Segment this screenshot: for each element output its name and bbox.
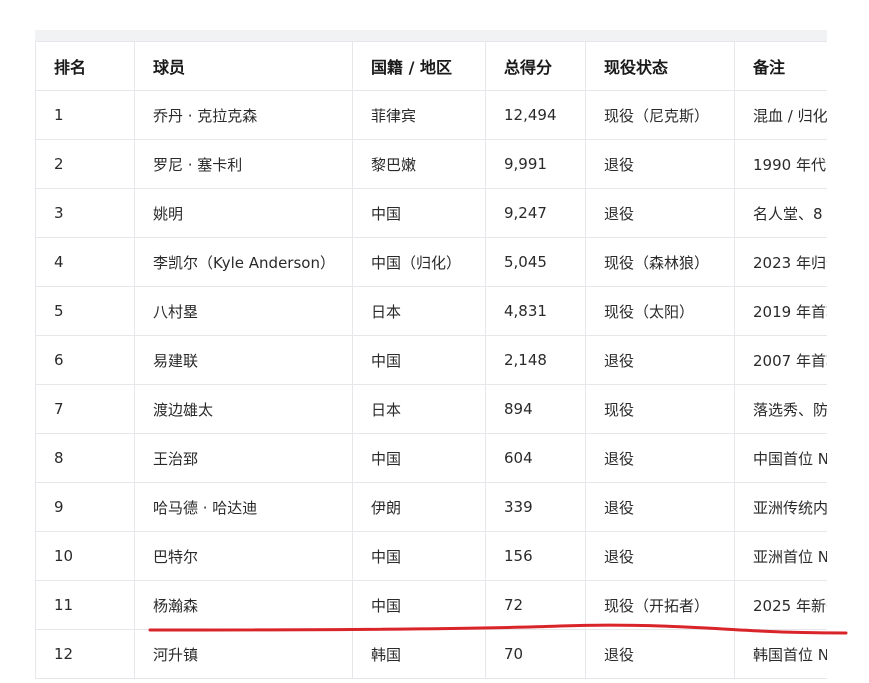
table-body: 1 乔丹 · 克拉克森 菲律宾 12,494 现役（尼克斯） 混血 / 归化 2 罗尼 · 塞… <box>35 90 827 679</box>
cell-total-points: 5,045 <box>485 237 586 287</box>
table-row: 3 姚明 中国 9,247 退役 名人堂、8 <box>35 188 827 238</box>
table-row: 2罗尼 · 塞卡利黎巴嫩9,991退役1990 年代NBA <box>35 139 827 189</box>
header-total-points: 总得分 <box>485 41 586 91</box>
cell-nationality: 中国（归化） <box>352 237 486 287</box>
cell-rank: 1 <box>35 90 135 140</box>
cell-nationality: 中国 <box>352 433 486 483</box>
cell-notes: 2023 年归化 <box>734 237 827 287</box>
cell-notes: 2025 年新秀 <box>734 580 827 630</box>
table-scroll-area[interactable]: 排名 球员 国籍 / 地区 总得分 现役状态 备注 1 乔丹 · 克拉克森 菲律宾 1… <box>35 41 827 683</box>
cell-rank: 7 <box>35 384 135 434</box>
table-header-row: 排名 球员 国籍 / 地区 总得分 现役状态 备注 <box>35 41 827 91</box>
cell-status: 现役（森林狼） <box>585 237 735 287</box>
cell-notes: 名人堂、8 <box>734 188 827 238</box>
cell-notes: 落选秀、防 <box>734 384 827 434</box>
cell-status: 退役 <box>585 139 735 189</box>
cell-player: 哈马德 · 哈达迪 <box>134 482 353 532</box>
cell-player: 姚明 <box>134 188 353 238</box>
cell-status: 现役（太阳） <box>585 286 735 336</box>
cell-nationality: 中国 <box>352 188 486 238</box>
header-nationality: 国籍 / 地区 <box>352 41 486 91</box>
cell-notes: 韩国首位 N <box>734 629 827 679</box>
table-row: 1 乔丹 · 克拉克森 菲律宾 12,494 现役（尼克斯） 混血 / 归化 <box>35 90 827 140</box>
cell-player: 罗尼 · 塞卡利 <box>134 139 353 189</box>
cell-rank: 2 <box>35 139 135 189</box>
cell-nationality: 伊朗 <box>352 482 486 532</box>
cell-status: 退役 <box>585 188 735 238</box>
cell-total-points: 70 <box>485 629 586 679</box>
cell-total-points: 894 <box>485 384 586 434</box>
cell-status: 退役 <box>585 531 735 581</box>
cell-nationality: 中国 <box>352 335 486 385</box>
cell-player: 易建联 <box>134 335 353 385</box>
header-notes: 备注 <box>734 41 827 91</box>
table-row: 8 王治郅 中国 604 退役 中国首位 N <box>35 433 827 483</box>
cell-player: 杨瀚森 <box>134 580 353 630</box>
cell-total-points: 9,247 <box>485 188 586 238</box>
table-row: 11杨瀚森中国72现役（开拓者）2025 年新秀 <box>35 580 827 630</box>
cell-notes: 亚洲传统内 <box>734 482 827 532</box>
cell-player: 王治郅 <box>134 433 353 483</box>
cell-rank: 8 <box>35 433 135 483</box>
cell-total-points: 2,148 <box>485 335 586 385</box>
cell-total-points: 4,831 <box>485 286 586 336</box>
cell-nationality: 菲律宾 <box>352 90 486 140</box>
header-rank: 排名 <box>35 41 135 91</box>
cell-status: 退役 <box>585 629 735 679</box>
cell-status: 现役（开拓者） <box>585 580 735 630</box>
cell-player: 乔丹 · 克拉克森 <box>134 90 353 140</box>
cell-player: 李凯尔（Kyle Anderson） <box>134 237 353 287</box>
cell-rank: 5 <box>35 286 135 336</box>
cell-status: 现役（尼克斯） <box>585 90 735 140</box>
cell-notes: 1990 年代NBA <box>734 139 827 189</box>
cell-total-points: 156 <box>485 531 586 581</box>
header-player: 球员 <box>134 41 353 91</box>
cell-notes: 2019 年首轮 <box>734 286 827 336</box>
cell-nationality: 日本 <box>352 286 486 336</box>
table-row: 5八村塁日本4,831现役（太阳）2019 年首轮 <box>35 286 827 336</box>
cell-total-points: 12,494 <box>485 90 586 140</box>
cell-nationality: 中国 <box>352 580 486 630</box>
cell-notes: 混血 / 归化 <box>734 90 827 140</box>
cell-nationality: 日本 <box>352 384 486 434</box>
cell-nationality: 黎巴嫩 <box>352 139 486 189</box>
cell-notes: 亚洲首位 N <box>734 531 827 581</box>
cell-rank: 9 <box>35 482 135 532</box>
table-top-band <box>35 30 827 41</box>
cell-player: 巴特尔 <box>134 531 353 581</box>
cell-nationality: 中国 <box>352 531 486 581</box>
cell-rank: 10 <box>35 531 135 581</box>
table-row: 4 李凯尔（Kyle Anderson） 中国（归化） 5,045 现役（森林狼） 202… <box>35 237 827 287</box>
cell-player: 八村塁 <box>134 286 353 336</box>
cell-status: 退役 <box>585 335 735 385</box>
page: 排名 球员 国籍 / 地区 总得分 现役状态 备注 1 乔丹 · 克拉克森 菲律宾 1… <box>0 0 869 683</box>
cell-notes: 中国首位 N <box>734 433 827 483</box>
table-row: 9 哈马德 · 哈达迪 伊朗 339 退役 亚洲传统内 <box>35 482 827 532</box>
cell-notes: 2007 年首轮 <box>734 335 827 385</box>
cell-player: 河升镇 <box>134 629 353 679</box>
cell-total-points: 9,991 <box>485 139 586 189</box>
cell-rank: 11 <box>35 580 135 630</box>
cell-rank: 12 <box>35 629 135 679</box>
cell-rank: 3 <box>35 188 135 238</box>
table-row: 12 河升镇 韩国 70 退役 韩国首位 N <box>35 629 827 679</box>
cell-status: 退役 <box>585 433 735 483</box>
header-status: 现役状态 <box>585 41 735 91</box>
cell-rank: 6 <box>35 335 135 385</box>
table-row: 6易建联中国2,148退役2007 年首轮 <box>35 335 827 385</box>
cell-rank: 4 <box>35 237 135 287</box>
ranking-table: 排名 球员 国籍 / 地区 总得分 现役状态 备注 1 乔丹 · 克拉克森 菲律宾 1… <box>35 41 827 679</box>
cell-total-points: 604 <box>485 433 586 483</box>
cell-total-points: 339 <box>485 482 586 532</box>
table-row: 10 巴特尔 中国 156 退役 亚洲首位 N <box>35 531 827 581</box>
cell-total-points: 72 <box>485 580 586 630</box>
cell-status: 退役 <box>585 482 735 532</box>
table-row: 7 渡边雄太 日本 894 现役 落选秀、防 <box>35 384 827 434</box>
cell-nationality: 韩国 <box>352 629 486 679</box>
cell-status: 现役 <box>585 384 735 434</box>
cell-player: 渡边雄太 <box>134 384 353 434</box>
